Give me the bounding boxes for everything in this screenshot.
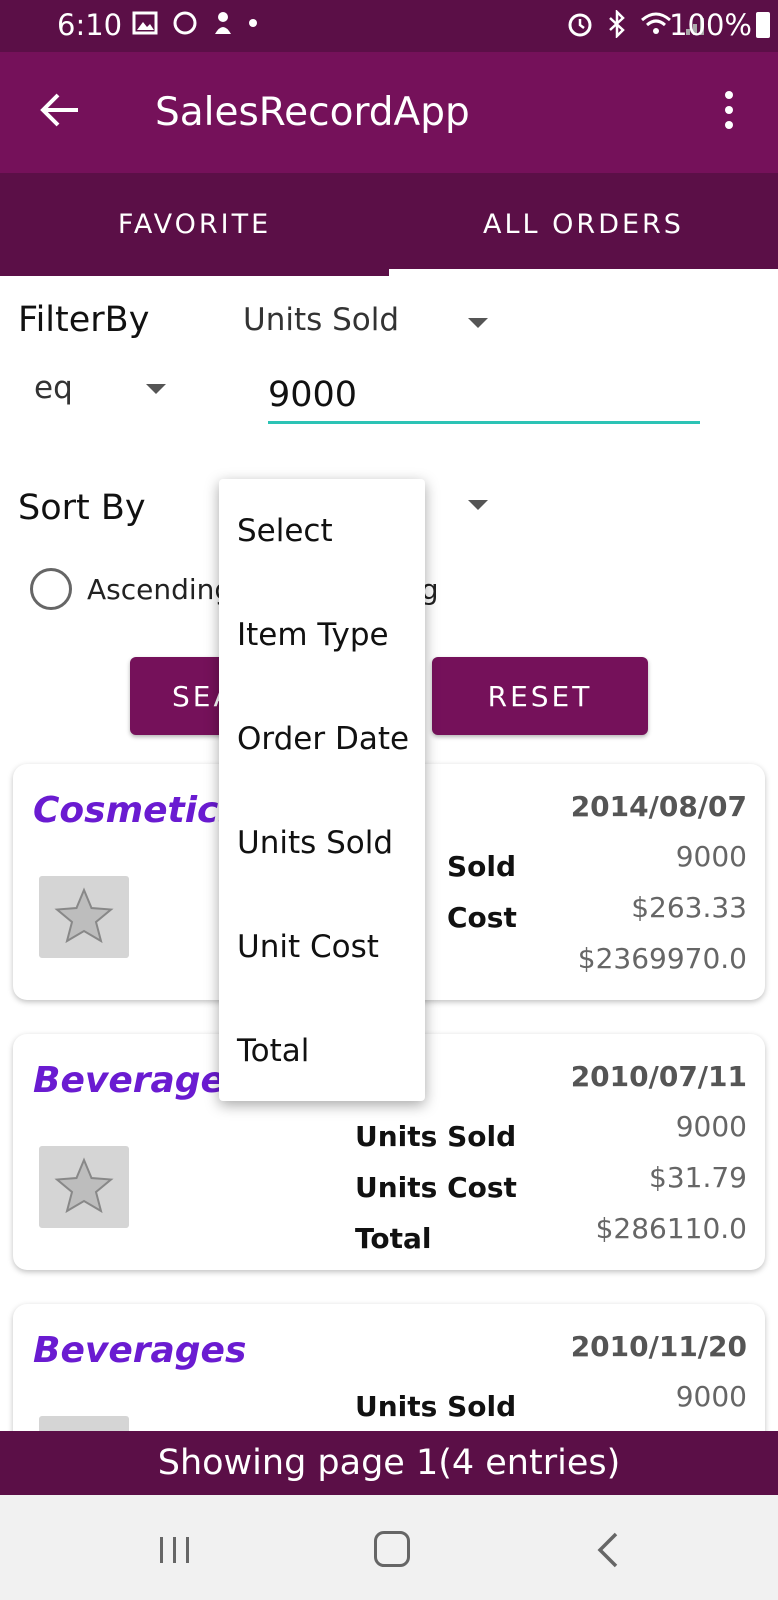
reset-button[interactable]: RESET bbox=[432, 657, 648, 735]
tab-favorite[interactable]: FAVORITE bbox=[0, 173, 389, 276]
units-sold-label: Units Sold bbox=[355, 1390, 517, 1423]
operator-value: eq bbox=[34, 370, 73, 406]
dropdown-option[interactable]: Unit Cost bbox=[237, 929, 379, 965]
filter-by-label: FilterBy bbox=[18, 300, 150, 340]
chevron-down-icon bbox=[146, 384, 166, 394]
notification-icons bbox=[132, 10, 258, 36]
sort-field-dropdown: Select Item Type Order Date Units Sold U… bbox=[219, 479, 425, 1101]
chevron-down-icon[interactable] bbox=[468, 500, 488, 510]
tab-indicator bbox=[389, 269, 778, 276]
filter-field-select[interactable]: Units Sold bbox=[243, 302, 498, 346]
status-bar: 6:10 100% bbox=[0, 0, 778, 52]
ascending-label: Ascending bbox=[87, 573, 233, 606]
total-value: $2369970.0 bbox=[577, 942, 747, 975]
app-title: SalesRecordApp bbox=[155, 90, 470, 135]
wifi-icon bbox=[641, 12, 671, 34]
order-date: 2010/07/11 bbox=[570, 1060, 747, 1093]
dropdown-option[interactable]: Order Date bbox=[237, 721, 409, 757]
order-category: Beverages bbox=[33, 1060, 247, 1101]
dropdown-option[interactable]: Total bbox=[237, 1033, 309, 1069]
star-icon bbox=[54, 887, 114, 944]
dropdown-option[interactable]: Item Type bbox=[237, 617, 389, 653]
favorite-toggle[interactable] bbox=[39, 1146, 129, 1228]
units-cost-label: Units Cost bbox=[355, 1171, 517, 1204]
nav-back-icon[interactable] bbox=[596, 1531, 620, 1569]
operator-select[interactable]: eq bbox=[34, 370, 174, 414]
tab-bar: FAVORITE ALL ORDERS bbox=[0, 173, 778, 276]
pagination-footer: Showing page 1(4 entries) bbox=[0, 1431, 778, 1495]
filter-value-input[interactable] bbox=[268, 368, 700, 424]
system-nav-bar bbox=[0, 1495, 778, 1600]
circle-notification-icon bbox=[173, 11, 197, 35]
alarm-icon bbox=[568, 13, 592, 37]
order-date: 2014/08/07 bbox=[570, 790, 747, 823]
chevron-down-icon bbox=[468, 318, 488, 328]
filter-field-value: Units Sold bbox=[243, 302, 400, 338]
app-notification-icon bbox=[215, 12, 231, 34]
recents-icon[interactable] bbox=[158, 1533, 192, 1567]
total-label: Total bbox=[355, 1222, 432, 1255]
status-time: 6:10 bbox=[57, 8, 123, 42]
units-sold-label: Units Sold bbox=[355, 1120, 517, 1153]
back-arrow-icon[interactable] bbox=[38, 90, 82, 130]
bluetooth-icon bbox=[609, 10, 625, 38]
order-category: Cosmetics bbox=[33, 790, 240, 831]
more-vert-icon[interactable] bbox=[724, 90, 734, 130]
order-date: 2010/11/20 bbox=[570, 1330, 747, 1363]
dropdown-option[interactable]: Units Sold bbox=[237, 825, 393, 861]
ascending-radio[interactable] bbox=[30, 568, 72, 610]
dropdown-option[interactable]: Select bbox=[237, 513, 333, 549]
order-category: Beverages bbox=[33, 1330, 247, 1371]
sort-by-label: Sort By bbox=[18, 488, 146, 528]
dot-icon bbox=[249, 19, 257, 27]
total-value: $286110.0 bbox=[595, 1212, 747, 1245]
units-sold-value: 9000 bbox=[675, 1110, 747, 1143]
unit-cost-value: $31.79 bbox=[649, 1161, 747, 1194]
units-cost-label: Cost bbox=[447, 901, 517, 934]
favorite-toggle[interactable] bbox=[39, 876, 129, 958]
home-icon[interactable] bbox=[374, 1531, 410, 1567]
units-sold-value: 9000 bbox=[675, 840, 747, 873]
unit-cost-value: $263.33 bbox=[631, 891, 747, 924]
units-sold-label: Sold bbox=[447, 850, 517, 883]
units-sold-value: 9000 bbox=[675, 1380, 747, 1413]
star-icon bbox=[54, 1157, 114, 1214]
tab-all-orders[interactable]: ALL ORDERS bbox=[389, 173, 778, 276]
battery-percent: 100% bbox=[669, 8, 752, 42]
image-icon bbox=[132, 11, 158, 35]
battery-icon bbox=[756, 12, 770, 38]
app-bar: SalesRecordApp bbox=[0, 52, 778, 173]
